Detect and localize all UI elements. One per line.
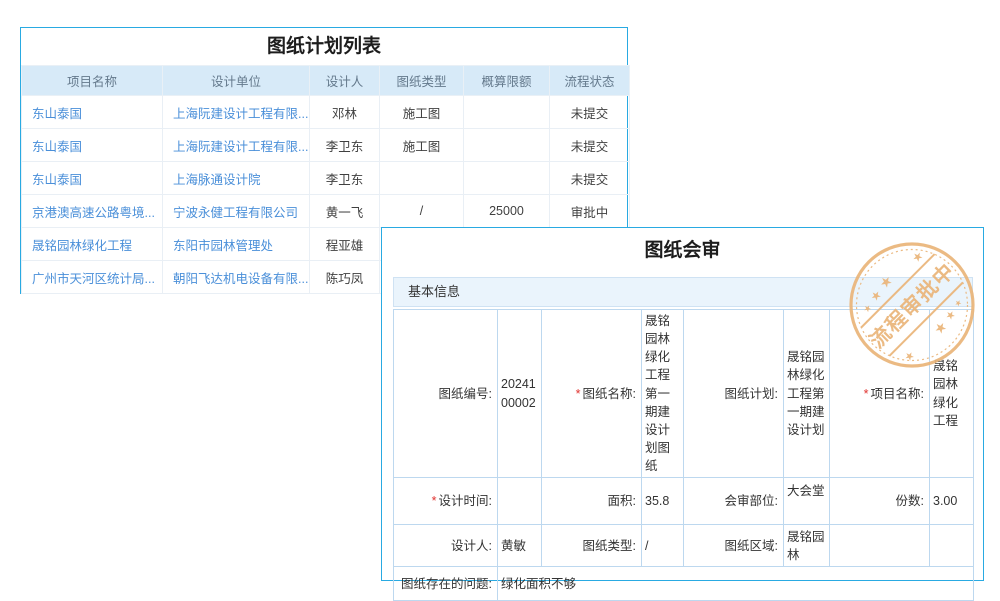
label-text: 项目名称: — [871, 387, 924, 401]
copies-label: 份数: — [830, 478, 930, 525]
unit-link[interactable]: 东阳市园林管理处 — [163, 228, 310, 261]
designer-cell: 黄一飞 — [310, 195, 380, 228]
design-time-label: *设计时间: — [394, 478, 498, 525]
drawing-no-label: 图纸编号: — [394, 310, 498, 478]
project-link[interactable]: 广州市天河区统计局... — [22, 261, 163, 294]
design-time-value — [498, 478, 542, 525]
type-cell — [380, 162, 464, 195]
budget-cell: 25000 — [464, 195, 550, 228]
status-link[interactable]: 未提交 — [550, 162, 630, 195]
basic-info-section-header: 基本信息 — [393, 277, 973, 307]
designer-cell: 邓林 — [310, 96, 380, 129]
problem-label: 图纸存在的问题: — [394, 567, 498, 601]
drawing-no-value: 2024100002 — [498, 310, 542, 478]
type-cell: / — [380, 195, 464, 228]
status-link[interactable]: 审批中 — [550, 195, 630, 228]
designer-cell: 陈巧凤 — [310, 261, 380, 294]
project-link[interactable]: 京港澳高速公路粤境... — [22, 195, 163, 228]
column-header-budget: 概算限额 — [464, 66, 550, 96]
unit-link[interactable]: 宁波永健工程有限公司 — [163, 195, 310, 228]
project-link[interactable]: 东山泰国 — [22, 96, 163, 129]
drawing-name-value: 晟铭园林绿化工程第一期建设计划图纸 — [642, 310, 684, 478]
unit-link[interactable]: 朝阳飞达机电设备有限... — [163, 261, 310, 294]
unit-link[interactable]: 上海阮建设计工程有限... — [163, 129, 310, 162]
designer-cell: 程亚雄 — [310, 228, 380, 261]
drawing-type-label: 图纸类型: — [542, 525, 642, 567]
empty-cell — [830, 525, 930, 567]
review-title: 图纸会审 — [382, 237, 983, 265]
project-link[interactable]: 东山泰国 — [22, 162, 163, 195]
budget-cell — [464, 96, 550, 129]
review-form-table: 图纸编号: 2024100002 *图纸名称: 晟铭园林绿化工程第一期建设计划图… — [393, 309, 974, 601]
table-row: 东山泰国 上海脉通设计院 李卫东 未提交 — [22, 162, 630, 195]
copies-value: 3.00 — [930, 478, 974, 525]
column-header-designer: 设计人 — [310, 66, 380, 96]
column-header-unit: 设计单位 — [163, 66, 310, 96]
budget-cell — [464, 162, 550, 195]
table-row: 东山泰国 上海阮建设计工程有限... 邓林 施工图 未提交 — [22, 96, 630, 129]
required-mark: * — [576, 387, 581, 401]
table-row: 京港澳高速公路粤境... 宁波永健工程有限公司 黄一飞 / 25000 审批中 — [22, 195, 630, 228]
project-name-label: *项目名称: — [830, 310, 930, 478]
status-link[interactable]: 未提交 — [550, 129, 630, 162]
label-text: 图纸名称: — [583, 387, 636, 401]
required-mark: * — [864, 387, 869, 401]
unit-link[interactable]: 上海阮建设计工程有限... — [163, 96, 310, 129]
problem-value: 绿化面积不够 — [498, 567, 974, 601]
unit-link[interactable]: 上海脉通设计院 — [163, 162, 310, 195]
drawing-plan-value: 晟铭园林绿化工程第一期建设计划 — [784, 310, 830, 478]
review-part-value: 大会堂 — [784, 478, 830, 525]
required-mark: * — [432, 494, 437, 508]
plan-list-title: 图纸计划列表 — [21, 28, 627, 65]
designer-cell: 李卫东 — [310, 162, 380, 195]
form-row: 图纸存在的问题: 绿化面积不够 — [394, 567, 974, 601]
form-row: 设计人: 黄敏 图纸类型: / 图纸区域: 晟铭园林 — [394, 525, 974, 567]
drawing-plan-label: 图纸计划: — [684, 310, 784, 478]
project-name-value: 晟铭园林绿化工程 — [930, 310, 974, 478]
type-cell: 施工图 — [380, 129, 464, 162]
drawing-name-label: *图纸名称: — [542, 310, 642, 478]
table-row: 东山泰国 上海阮建设计工程有限... 李卫东 施工图 未提交 — [22, 129, 630, 162]
drawing-region-label: 图纸区域: — [684, 525, 784, 567]
area-value: 35.8 — [642, 478, 684, 525]
label-text: 设计时间: — [439, 494, 492, 508]
budget-cell — [464, 129, 550, 162]
form-row: 图纸编号: 2024100002 *图纸名称: 晟铭园林绿化工程第一期建设计划图… — [394, 310, 974, 478]
drawing-type-value: / — [642, 525, 684, 567]
project-link[interactable]: 东山泰国 — [22, 129, 163, 162]
plan-table-header-row: 项目名称 设计单位 设计人 图纸类型 概算限额 流程状态 — [22, 66, 630, 96]
designer-cell: 李卫东 — [310, 129, 380, 162]
drawing-review-panel: 图纸会审 基本信息 图纸编号: 2024100002 *图纸名称: 晟铭园林绿化… — [381, 227, 984, 581]
area-label: 面积: — [542, 478, 642, 525]
review-part-label: 会审部位: — [684, 478, 784, 525]
empty-cell — [930, 525, 974, 567]
form-row: *设计时间: 面积: 35.8 会审部位: 大会堂 份数: 3.00 — [394, 478, 974, 525]
designer-label: 设计人: — [394, 525, 498, 567]
type-cell: 施工图 — [380, 96, 464, 129]
column-header-status: 流程状态 — [550, 66, 630, 96]
column-header-project: 项目名称 — [22, 66, 163, 96]
drawing-region-value: 晟铭园林 — [784, 525, 830, 567]
column-header-type: 图纸类型 — [380, 66, 464, 96]
designer-value: 黄敏 — [498, 525, 542, 567]
status-link[interactable]: 未提交 — [550, 96, 630, 129]
project-link[interactable]: 晟铭园林绿化工程 — [22, 228, 163, 261]
